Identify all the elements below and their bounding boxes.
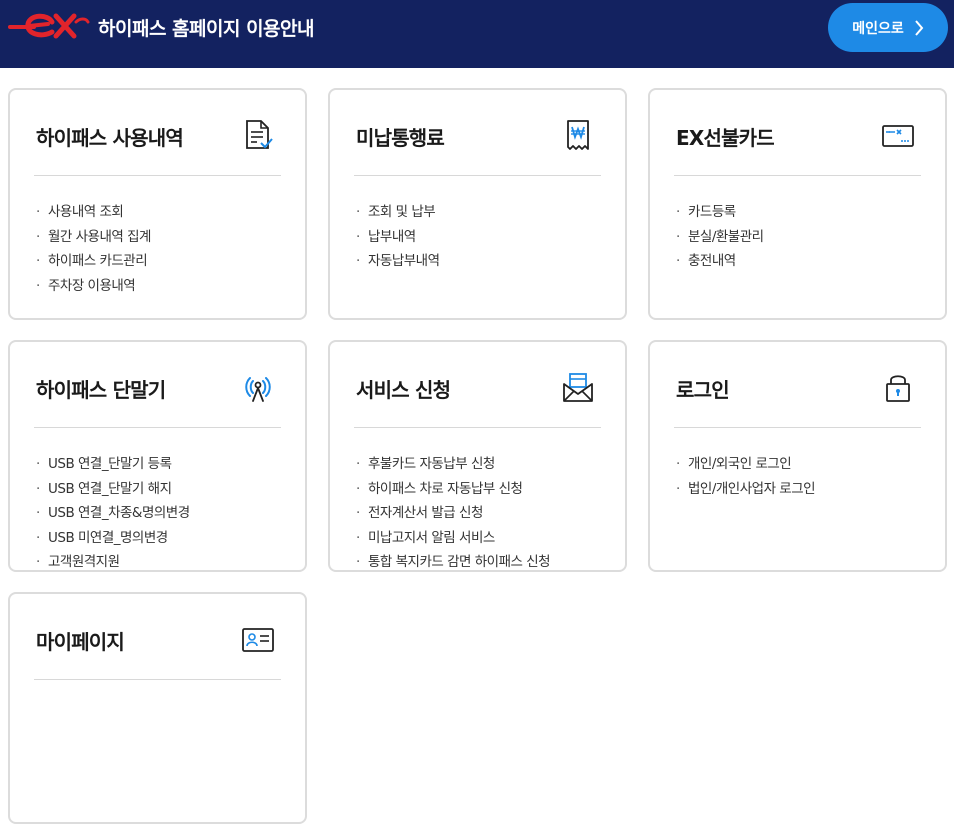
list-item[interactable]: 납부내역 bbox=[356, 225, 601, 250]
card-unpaid-toll: 미납통행료 조회 및 납부 납부내역 자동납부내역 bbox=[328, 88, 627, 320]
card-hipass-usage: 하이패스 사용내역 사용내역 조회 월간 사용내역 집계 하이패스 카드관리 주… bbox=[8, 88, 307, 320]
go-to-main-label: 메인으로 bbox=[852, 20, 904, 37]
card-header: 미납통행료 bbox=[354, 90, 601, 176]
card-header: 하이패스 단말기 bbox=[34, 342, 281, 428]
list-item[interactable]: 미납고지서 알림 서비스 bbox=[356, 526, 601, 551]
antenna-signal-icon bbox=[245, 377, 271, 402]
card-link-list: 사용내역 조회 월간 사용내역 집계 하이패스 카드관리 주차장 이용내역 bbox=[34, 176, 281, 298]
card-title[interactable]: 하이패스 사용내역 bbox=[36, 122, 184, 151]
list-item[interactable]: 후불카드 자동납부 신청 bbox=[356, 452, 601, 477]
card-link-list: 조회 및 납부 납부내역 자동납부내역 bbox=[354, 176, 601, 274]
card-ex-prepaid: EX선불카드 카드등록 분실/환불관리 충전내역 bbox=[648, 88, 947, 320]
ex-logo[interactable] bbox=[8, 10, 90, 42]
card-title[interactable]: 미납통행료 bbox=[356, 122, 445, 151]
card-link-list: USB 연결_단말기 등록 USB 연결_단말기 해지 USB 연결_차종&명의… bbox=[34, 428, 281, 575]
list-item[interactable]: 개인/외국인 로그인 bbox=[676, 452, 921, 477]
card-link-list: 후불카드 자동납부 신청 하이패스 차로 자동납부 신청 전자계산서 발급 신청… bbox=[354, 428, 601, 575]
card-link-list bbox=[34, 680, 281, 704]
document-check-icon bbox=[246, 120, 273, 149]
list-item[interactable]: 고객원격지원 bbox=[36, 550, 281, 575]
id-card-icon bbox=[242, 628, 274, 652]
list-item[interactable]: 자동납부내역 bbox=[356, 249, 601, 274]
list-item[interactable]: 주차장 이용내역 bbox=[36, 274, 281, 299]
list-item[interactable]: 하이패스 카드관리 bbox=[36, 249, 281, 274]
list-item[interactable]: 통합 복지카드 감면 하이패스 신청 bbox=[356, 550, 601, 575]
list-item[interactable]: 카드등록 bbox=[676, 200, 921, 225]
card-title[interactable]: 마이페이지 bbox=[36, 626, 125, 655]
service-card-grid: 하이패스 사용내역 사용내역 조회 월간 사용내역 집계 하이패스 카드관리 주… bbox=[8, 88, 947, 824]
list-item[interactable]: USB 연결_단말기 해지 bbox=[36, 477, 281, 502]
card-hipass-device: 하이패스 단말기 USB 연결_단말기 등록 USB 연결_단말기 해지 USB… bbox=[8, 340, 307, 575]
envelope-letter-icon bbox=[563, 373, 593, 402]
chevron-right-icon bbox=[915, 19, 924, 36]
card-header: 마이페이지 bbox=[34, 594, 281, 680]
card-title[interactable]: 서비스 신청 bbox=[356, 374, 451, 403]
list-item[interactable]: USB 연결_단말기 등록 bbox=[36, 452, 281, 477]
card-link-list: 카드등록 분실/환불관리 충전내역 bbox=[674, 176, 921, 274]
list-item[interactable]: 법인/개인사업자 로그인 bbox=[676, 477, 921, 502]
card-title[interactable]: 하이패스 단말기 bbox=[36, 374, 166, 403]
top-header: 하이패스 홈페이지 이용안내 메인으로 bbox=[0, 0, 954, 68]
list-item[interactable]: USB 미연결_명의변경 bbox=[36, 526, 281, 551]
list-item[interactable]: 충전내역 bbox=[676, 249, 921, 274]
list-item[interactable]: 사용내역 조회 bbox=[36, 200, 281, 225]
card-link-list: 개인/외국인 로그인 법인/개인사업자 로그인 bbox=[674, 428, 921, 501]
card-header: 로그인 bbox=[674, 342, 921, 428]
card-login: 로그인 개인/외국인 로그인 법인/개인사업자 로그인 bbox=[648, 340, 947, 572]
list-item[interactable]: 월간 사용내역 집계 bbox=[36, 225, 281, 250]
page-title: 하이패스 홈페이지 이용안내 bbox=[98, 18, 315, 40]
card-header: EX선불카드 bbox=[674, 90, 921, 176]
list-item[interactable]: 하이패스 차로 자동납부 신청 bbox=[356, 477, 601, 502]
list-item[interactable]: 전자계산서 발급 신청 bbox=[356, 501, 601, 526]
card-my-page: 마이페이지 bbox=[8, 592, 307, 824]
ex-card-icon bbox=[882, 125, 914, 147]
card-header: 하이패스 사용내역 bbox=[34, 90, 281, 176]
card-title[interactable]: EX선불카드 bbox=[676, 122, 775, 151]
won-receipt-icon bbox=[567, 120, 589, 150]
lock-icon bbox=[886, 375, 910, 402]
list-item[interactable]: 분실/환불관리 bbox=[676, 225, 921, 250]
list-item[interactable]: USB 연결_차종&명의변경 bbox=[36, 501, 281, 526]
card-service-application: 서비스 신청 후불카드 자동납부 신청 하이패스 차로 자동납부 신청 전자계산… bbox=[328, 340, 627, 575]
card-header: 서비스 신청 bbox=[354, 342, 601, 428]
card-title[interactable]: 로그인 bbox=[676, 374, 730, 403]
go-to-main-button[interactable]: 메인으로 bbox=[828, 3, 948, 52]
list-item[interactable]: 조회 및 납부 bbox=[356, 200, 601, 225]
